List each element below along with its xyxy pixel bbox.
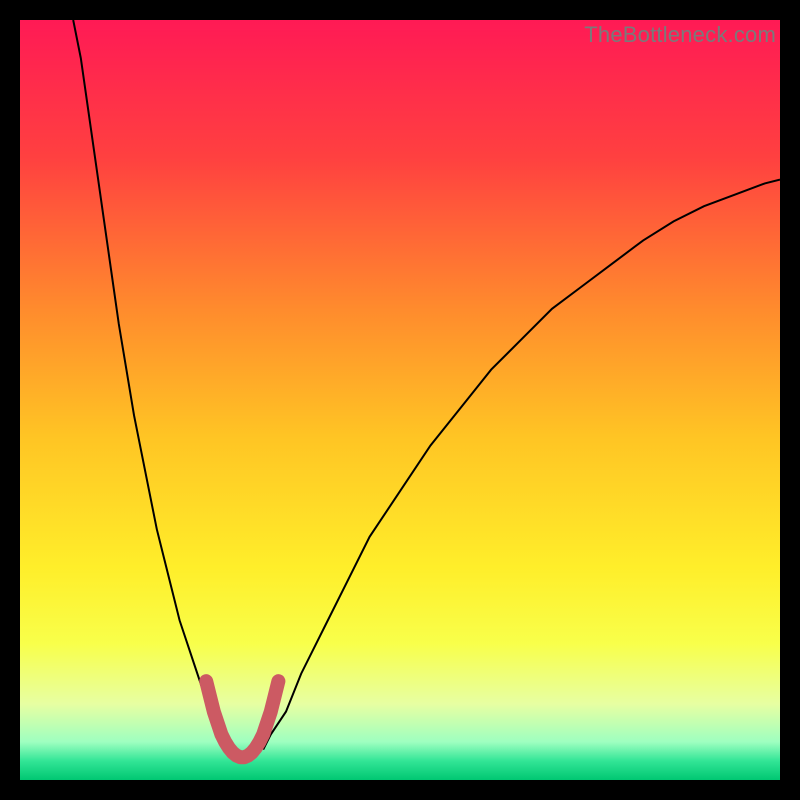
chart-frame: TheBottleneck.com (20, 20, 780, 780)
bottleneck-chart (20, 20, 780, 780)
gradient-background (20, 20, 780, 780)
watermark-text: TheBottleneck.com (584, 22, 776, 48)
